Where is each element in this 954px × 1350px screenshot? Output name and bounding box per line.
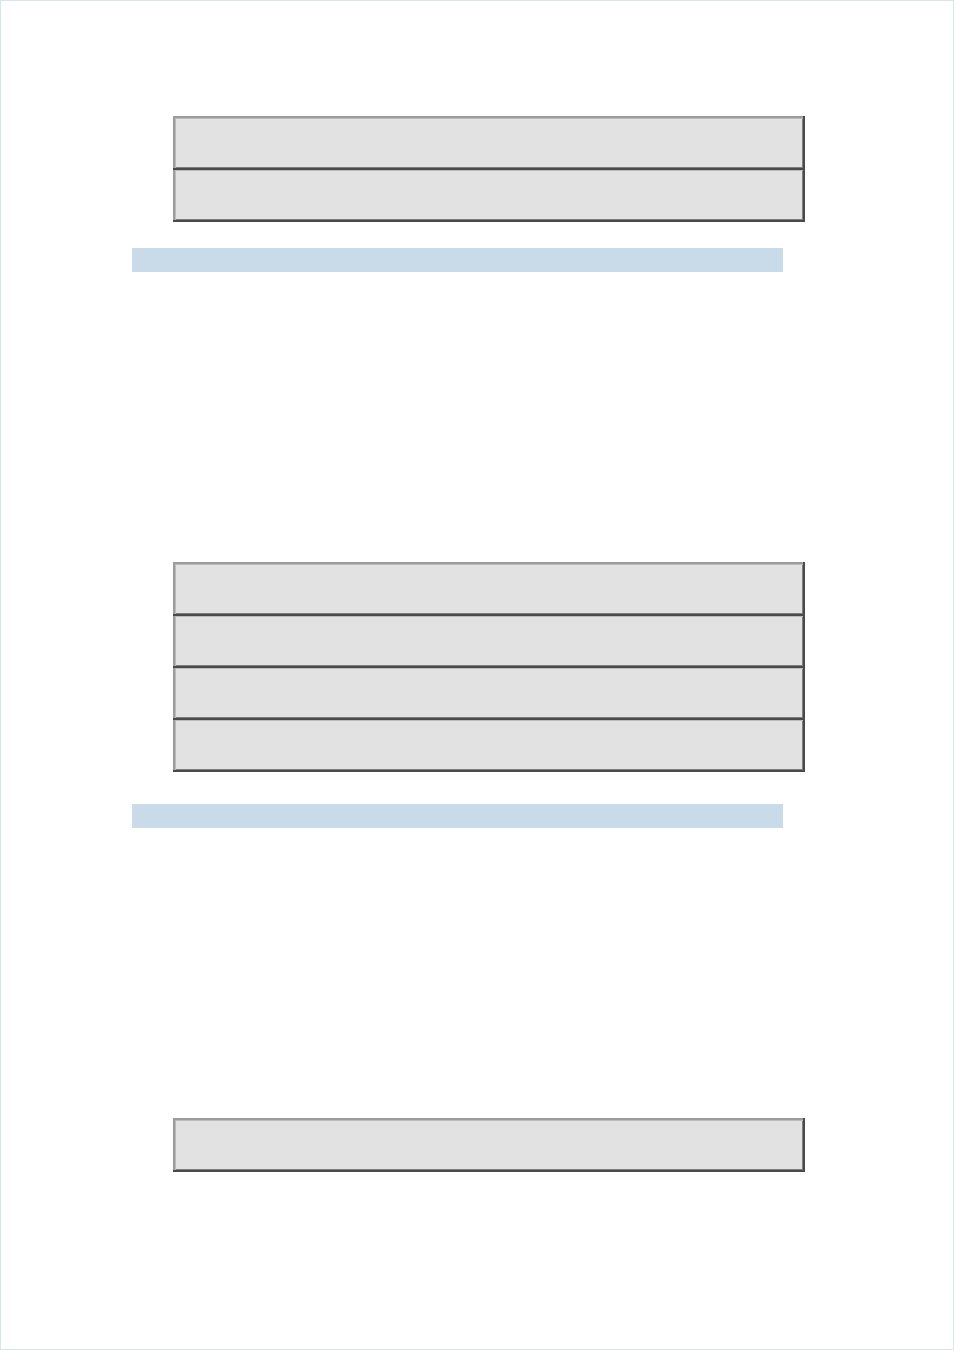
table-row (174, 615, 804, 667)
table-row (174, 169, 804, 221)
table-row (174, 1119, 804, 1171)
table-cell (174, 117, 804, 169)
page-container (0, 0, 954, 1350)
table-row (174, 667, 804, 719)
table-cell (174, 719, 804, 771)
table-top (173, 116, 805, 222)
section-bar (132, 248, 783, 272)
table-row (174, 719, 804, 771)
table-middle (173, 562, 805, 772)
table-cell (174, 169, 804, 221)
table-cell (174, 615, 804, 667)
table-cell (174, 1119, 804, 1171)
table-cell (174, 563, 804, 615)
table-bottom (173, 1118, 805, 1172)
section-bar (132, 804, 783, 828)
table-row (174, 563, 804, 615)
table-cell (174, 667, 804, 719)
table-row (174, 117, 804, 169)
